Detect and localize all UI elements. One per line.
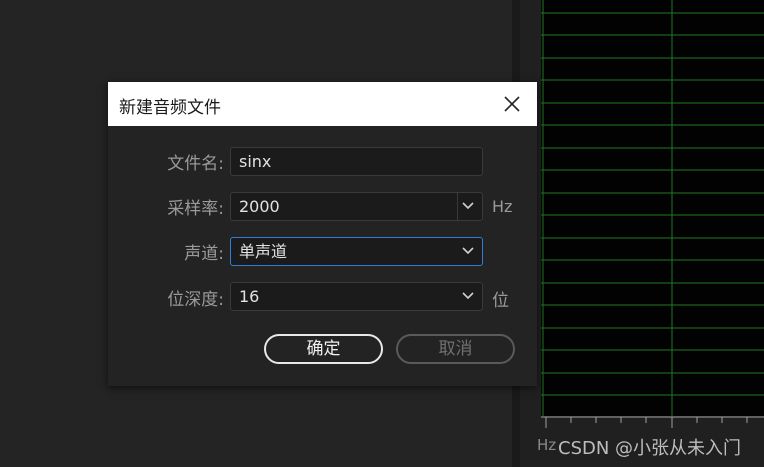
chevron-down-icon <box>462 247 474 255</box>
ok-button[interactable]: 确定 <box>264 334 383 364</box>
chevron-down-icon[interactable] <box>462 202 474 210</box>
channel-value: 单声道 <box>239 242 288 261</box>
filename-input[interactable]: sinx <box>230 147 483 176</box>
samplerate-combobox[interactable]: 2000 <box>230 192 483 221</box>
chevron-down-icon <box>462 292 474 300</box>
channel-select[interactable]: 单声道 <box>230 237 483 266</box>
bitdepth-select[interactable]: 16 <box>230 282 483 311</box>
spectrum-grid <box>541 0 764 416</box>
cancel-button[interactable]: 取消 <box>396 334 515 364</box>
bitdepth-unit: 位 <box>492 291 509 311</box>
samplerate-label: 采样率: <box>167 199 224 219</box>
frequency-ruler <box>541 416 764 432</box>
channel-label: 声道: <box>184 244 224 264</box>
samplerate-unit: Hz <box>492 197 513 216</box>
filename-value: sinx <box>239 152 272 171</box>
watermark: CSDN @小张从未入门 <box>558 438 742 459</box>
samplerate-value: 2000 <box>239 197 280 216</box>
bitdepth-label: 位深度: <box>167 290 224 310</box>
dialog-title: 新建音频文件 <box>119 98 221 118</box>
close-icon <box>504 96 520 112</box>
close-button[interactable] <box>500 92 524 116</box>
dialog-header[interactable]: 新建音频文件 <box>108 82 537 126</box>
bitdepth-value: 16 <box>239 287 260 306</box>
filename-label: 文件名: <box>167 154 224 174</box>
new-audio-file-dialog: 新建音频文件 文件名: sinx 采样率: 2000 Hz 声道: 单声道 位深… <box>108 82 537 386</box>
combobox-separator <box>457 193 458 220</box>
spectrum-display <box>541 0 764 416</box>
axis-unit-label: Hz <box>537 436 557 454</box>
